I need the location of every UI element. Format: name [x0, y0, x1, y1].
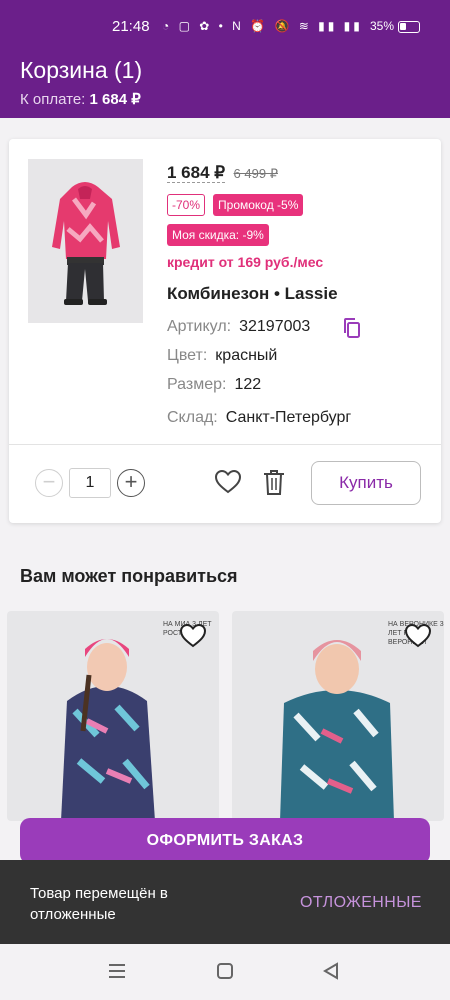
old-price: 6 499 ₽	[233, 166, 278, 181]
snackbar-message: Товар перемещён в отложенные	[30, 885, 168, 923]
warehouse-value: Санкт-Петербург	[225, 409, 352, 426]
to-pay-value: 1 684 ₽	[89, 91, 141, 108]
battery-percent: 35%	[370, 19, 395, 33]
quantity-increase-button[interactable]: +	[117, 469, 145, 497]
recent-apps-icon[interactable]	[108, 962, 126, 985]
article-row: Артикул: 32197003	[167, 318, 310, 336]
card-divider	[9, 444, 441, 445]
quantity-decrease-button[interactable]: −	[35, 469, 63, 497]
favorite-heart-icon[interactable]	[404, 623, 432, 654]
recommendation-card[interactable]: НА ВЕРОНИКЕ 3 ЛЕТ РОСТ ВЕРОНИКИ	[232, 611, 444, 821]
quantity-input[interactable]: 1	[69, 468, 111, 498]
system-nav-bar	[0, 944, 450, 1000]
warehouse-row: Склад: Санкт-Петербург	[167, 409, 351, 427]
discount-badges: -70% Промокод -5%	[167, 194, 304, 216]
color-row: Цвет: красный	[167, 347, 277, 365]
favorite-heart-icon[interactable]	[214, 469, 242, 500]
cart-item-card: 1 684 ₽ 6 499 ₽ -70% Промокод -5% Моя ск…	[9, 139, 441, 523]
recommendations-title: Вам может понравиться	[20, 566, 238, 586]
my-discount-badge: Моя скидка: -9%	[167, 224, 269, 246]
back-icon[interactable]	[322, 962, 340, 985]
status-bar: 21:48 ◔ ▢ ✿ • N ⏰ 🔕 ≋ ▮▮ ▮▮ 35%	[0, 0, 450, 44]
size-row: Размер: 122	[167, 376, 261, 394]
copy-icon[interactable]	[342, 317, 362, 344]
article-value: 32197003	[239, 318, 311, 335]
buy-button[interactable]: Купить	[311, 461, 421, 505]
page-title: Корзина (1)	[20, 57, 143, 83]
cart-header: Корзина (1) К оплате: 1 684 ₽	[0, 44, 450, 118]
color-value: красный	[215, 347, 278, 364]
home-icon[interactable]	[216, 962, 234, 985]
size-value: 122	[234, 376, 262, 393]
recommendation-card[interactable]: НА МИА 3 ЛЕТ РОСТ 98 СМ	[7, 611, 219, 821]
snackbar: Товар перемещён в отложенные ОТЛОЖЕННЫЕ	[0, 860, 450, 944]
battery-icon	[398, 21, 420, 33]
price-row: 1 684 ₽ 6 499 ₽	[167, 163, 278, 183]
size-label: Размер:	[167, 376, 227, 393]
my-discount-row: Моя скидка: -9%	[167, 224, 269, 246]
warehouse-label: Склад:	[167, 409, 218, 426]
discount-badge: -70%	[167, 194, 206, 216]
to-pay-summary: К оплате: 1 684 ₽	[20, 90, 141, 108]
snackbar-action-button[interactable]: ОТЛОЖЕННЫЕ	[300, 894, 422, 912]
promo-badge: Промокод -5%	[213, 194, 304, 216]
product-image[interactable]	[28, 159, 143, 323]
favorite-heart-icon[interactable]	[179, 623, 207, 654]
delete-trash-icon[interactable]	[262, 468, 286, 501]
color-label: Цвет:	[167, 347, 208, 364]
current-price: 1 684 ₽	[167, 163, 226, 183]
status-time: 21:48	[112, 18, 150, 35]
credit-offer[interactable]: кредит от 169 руб./мес	[167, 254, 323, 270]
to-pay-label: К оплате:	[20, 91, 86, 108]
product-name[interactable]: Комбинезон • Lassie	[167, 284, 338, 304]
article-label: Артикул:	[167, 318, 232, 335]
checkout-button[interactable]: ОФОРМИТЬ ЗАКАЗ	[20, 818, 430, 864]
status-icons: ◔ ▢ ✿ • N ⏰ 🔕 ≋ ▮▮ ▮▮	[162, 19, 363, 33]
